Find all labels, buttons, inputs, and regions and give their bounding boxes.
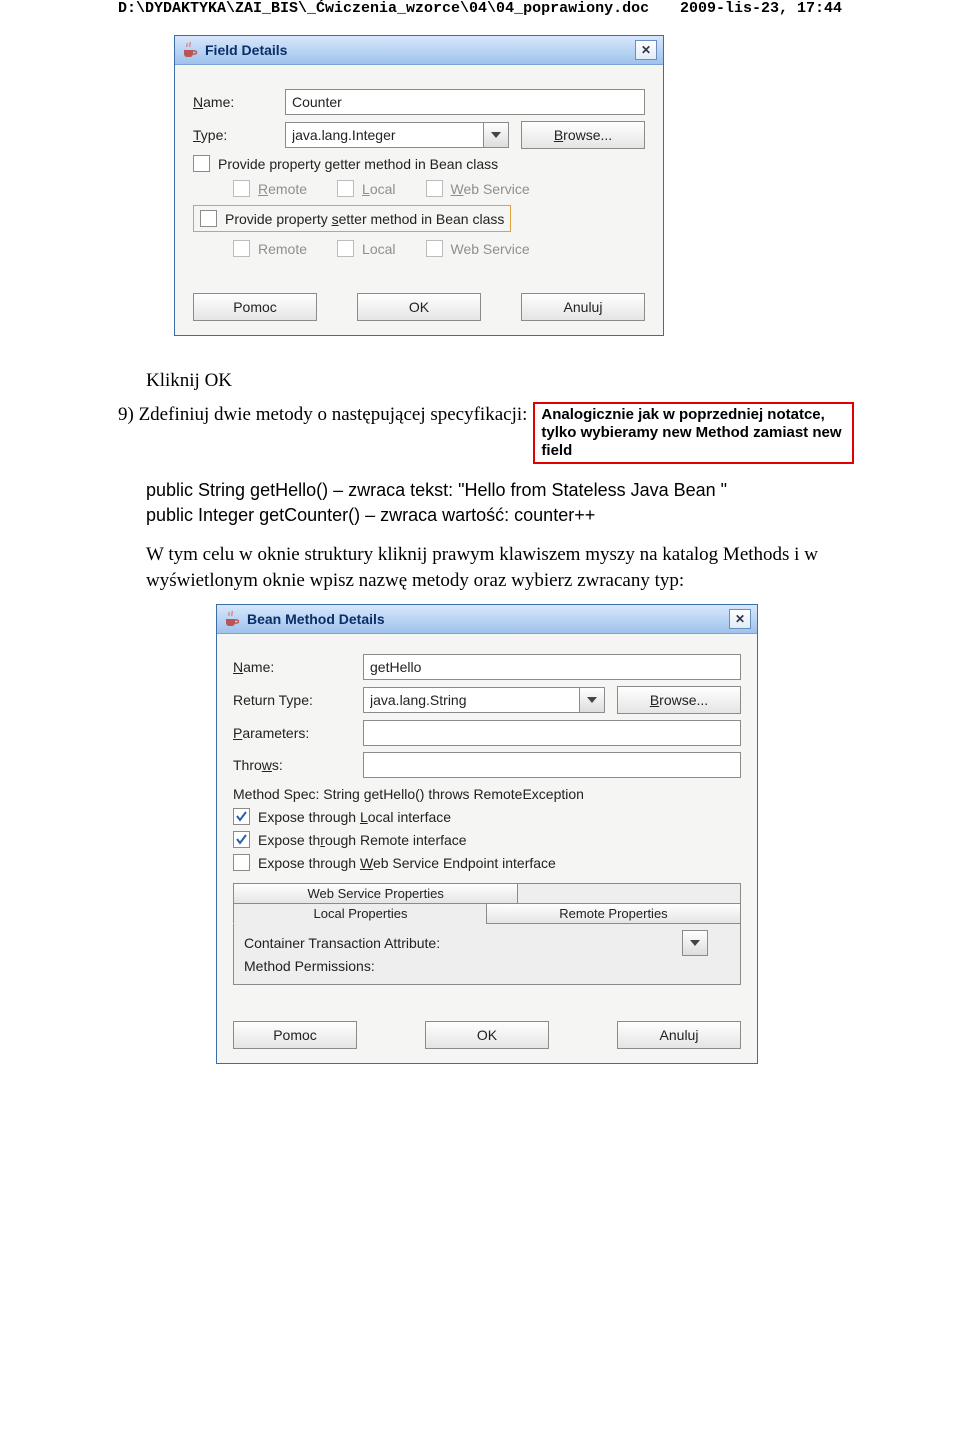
method-2: public Integer getCounter() – zwraca war… [146,503,854,528]
click-ok-text: Kliknij OK [146,368,854,394]
expose-local-checkbox[interactable]: Expose through Local interface [233,808,451,825]
cta-combo[interactable] [682,930,730,956]
cta-label: Container Transaction Attribute: [244,935,682,951]
name-input[interactable] [363,654,741,680]
method-spec: Method Spec: String getHello() throws Re… [233,786,741,802]
return-type-label: Return Type: [233,692,363,708]
field-details-dialog: Field Details ✕ Name: Type: Browse... Pr… [174,35,664,336]
expose-ws-checkbox[interactable]: Expose through Web Service Endpoint inte… [233,854,556,871]
dialog-titlebar[interactable]: Field Details ✕ [175,36,663,65]
getter-sub: Remote Local Web Service [233,180,645,197]
name-label: Name: [233,659,363,675]
name-input[interactable] [285,89,645,115]
type-input[interactable] [285,122,483,148]
doc-date: 2009-lis-23, 17:44 [680,0,842,17]
help-button[interactable]: Pomoc [193,293,317,321]
return-type-input[interactable] [363,687,579,713]
document-body: Kliknij OK 9) Zdefiniuj dwie metody o na… [118,368,854,594]
doc-path: D:\DYDAKTYKA\ZAI_BIS\_Ćwiczenia_wzorce\0… [118,0,649,17]
close-icon[interactable]: ✕ [729,609,751,629]
browse-button[interactable]: Browse... [617,686,741,714]
chevron-down-icon[interactable] [579,687,605,713]
help-button[interactable]: Pomoc [233,1021,357,1049]
java-cup-icon [223,610,241,628]
bean-method-details-dialog: Bean Method Details ✕ Name: Return Type:… [216,604,758,1064]
ok-button[interactable]: OK [357,293,481,321]
setter-ws-checkbox: Web Service [426,240,530,257]
dialog-titlebar[interactable]: Bean Method Details ✕ [217,605,757,634]
step-9-text: 9) Zdefiniuj dwie metody o następującej … [118,402,527,428]
cancel-button[interactable]: Anuluj [521,293,645,321]
setter-highlight: Provide property setter method in Bean c… [193,205,511,232]
setter-remote-checkbox: Remote [233,240,307,257]
ok-button[interactable]: OK [425,1021,549,1049]
dialog-title: Bean Method Details [247,611,729,627]
return-type-combo[interactable] [363,687,605,713]
method-1: public String getHello() – zwraca tekst:… [146,478,854,503]
chevron-down-icon[interactable] [483,122,509,148]
red-annotation: Analogicznie jak w poprzedniej notatce, … [533,402,854,464]
getter-local-checkbox: Local [337,180,395,197]
cancel-button[interactable]: Anuluj [617,1021,741,1049]
getter-checkbox[interactable]: Provide property getter method in Bean c… [193,155,498,172]
setter-local-checkbox: Local [337,240,395,257]
browse-button[interactable]: Browse... [521,121,645,149]
parameters-input[interactable] [363,720,741,746]
instruction-paragraph: W tym celu w oknie struktury kliknij pra… [146,542,854,594]
setter-sub: Remote Local Web Service [233,240,645,257]
getter-remote-checkbox: Remote [233,180,307,197]
type-label: Type: [193,127,285,143]
java-cup-icon [181,41,199,59]
tab-local-properties[interactable]: Local Properties [233,903,488,924]
dialog-title: Field Details [205,42,635,58]
type-combo[interactable] [285,122,509,148]
throws-input[interactable] [363,752,741,778]
method-permissions-label: Method Permissions: [244,958,730,974]
setter-checkbox[interactable]: Provide property setter method in Bean c… [200,210,504,227]
page-header: D:\DYDAKTYKA\ZAI_BIS\_Ćwiczenia_wzorce\0… [0,0,960,23]
properties-tabs: Web Service Properties Local Properties … [233,883,741,985]
getter-ws-checkbox: Web Service [426,180,530,197]
close-icon[interactable]: ✕ [635,40,657,60]
tab-remote-properties[interactable]: Remote Properties [486,903,741,924]
expose-remote-checkbox[interactable]: Expose through Remote interface [233,831,467,848]
throws-label: Throws: [233,757,363,773]
parameters-label: Parameters: [233,725,363,741]
name-label: Name: [193,94,285,110]
tab-ws-properties[interactable]: Web Service Properties [233,883,518,904]
chevron-down-icon[interactable] [682,930,708,956]
